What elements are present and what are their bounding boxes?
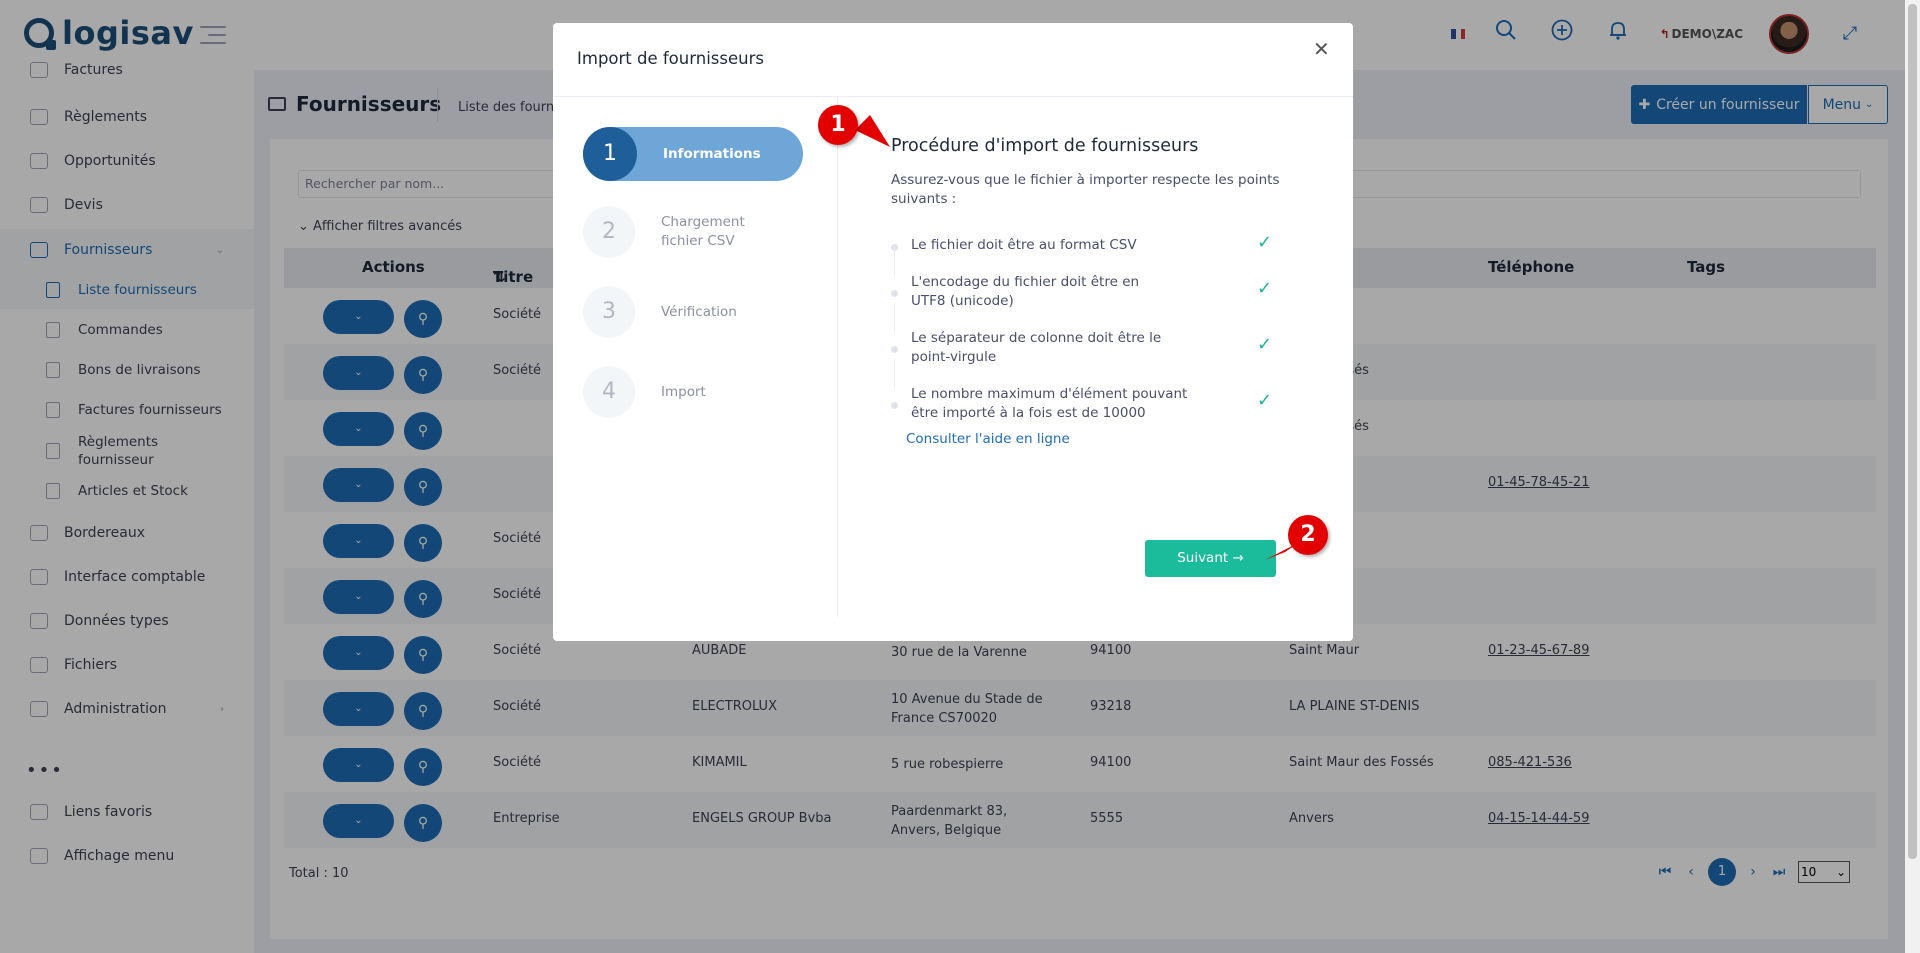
callout-badge-2: 2 xyxy=(1288,515,1328,555)
callout-pointers xyxy=(855,115,1300,560)
callout-pointer-1 xyxy=(855,115,890,147)
callout-badge-1: 1 xyxy=(818,105,858,145)
